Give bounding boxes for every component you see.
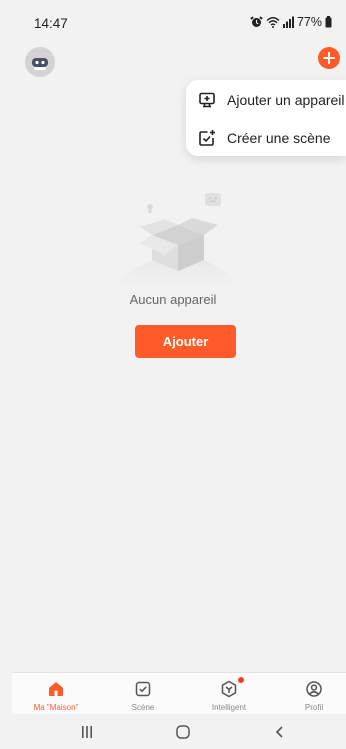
battery-percent: 77% — [296, 15, 322, 29]
device-add-icon — [199, 92, 215, 108]
wifi-icon — [266, 17, 280, 28]
menu-item-add-device-label: Ajouter un appareil — [227, 92, 345, 108]
tab-home[interactable]: Ma "Maison" — [16, 673, 96, 715]
scene-add-icon — [199, 130, 215, 146]
tab-smart-label: Intelligent — [211, 703, 247, 712]
menu-item-create-scene-label: Créer une scène — [227, 130, 331, 146]
home-nav-icon — [176, 725, 190, 739]
tab-home-label: Ma "Maison" — [33, 703, 79, 712]
nav-home-button[interactable] — [163, 720, 203, 744]
profile-icon — [306, 681, 322, 697]
system-nav-bar — [0, 714, 346, 749]
notification-dot — [238, 677, 244, 683]
status-icons: 77% — [250, 15, 332, 29]
back-icon — [275, 726, 283, 738]
recent-apps-icon — [82, 726, 92, 738]
tab-smart[interactable]: Intelligent — [189, 673, 269, 715]
add-plus-button[interactable] — [318, 47, 340, 69]
nav-recent-apps-button[interactable] — [67, 720, 107, 744]
menu-item-create-scene[interactable]: Créer une scène — [186, 119, 346, 157]
empty-state-text: Aucun appareil — [129, 292, 217, 307]
home-icon — [49, 682, 63, 696]
tab-profile[interactable]: Profil — [274, 673, 346, 715]
status-time: 14:47 — [34, 16, 68, 31]
signal-icon — [282, 16, 294, 28]
tab-profile-label: Profil — [304, 703, 324, 712]
robot-avatar-icon[interactable] — [25, 47, 55, 77]
battery-icon — [325, 16, 332, 28]
tab-scene-label: Scène — [131, 703, 155, 712]
add-menu: Ajouter un appareil Créer une scène — [186, 80, 346, 156]
bottom-tab-bar: Ma "Maison" Scène Intelligent Profil — [12, 672, 346, 715]
empty-box-illustration — [116, 193, 240, 285]
add-device-button[interactable]: Ajouter — [135, 325, 236, 358]
scene-icon — [135, 681, 151, 697]
nav-back-button[interactable] — [260, 720, 300, 744]
tab-scene[interactable]: Scène — [103, 673, 183, 715]
alarm-icon — [250, 16, 263, 27]
smart-icon — [221, 680, 237, 698]
menu-item-add-device[interactable]: Ajouter un appareil — [186, 81, 346, 119]
